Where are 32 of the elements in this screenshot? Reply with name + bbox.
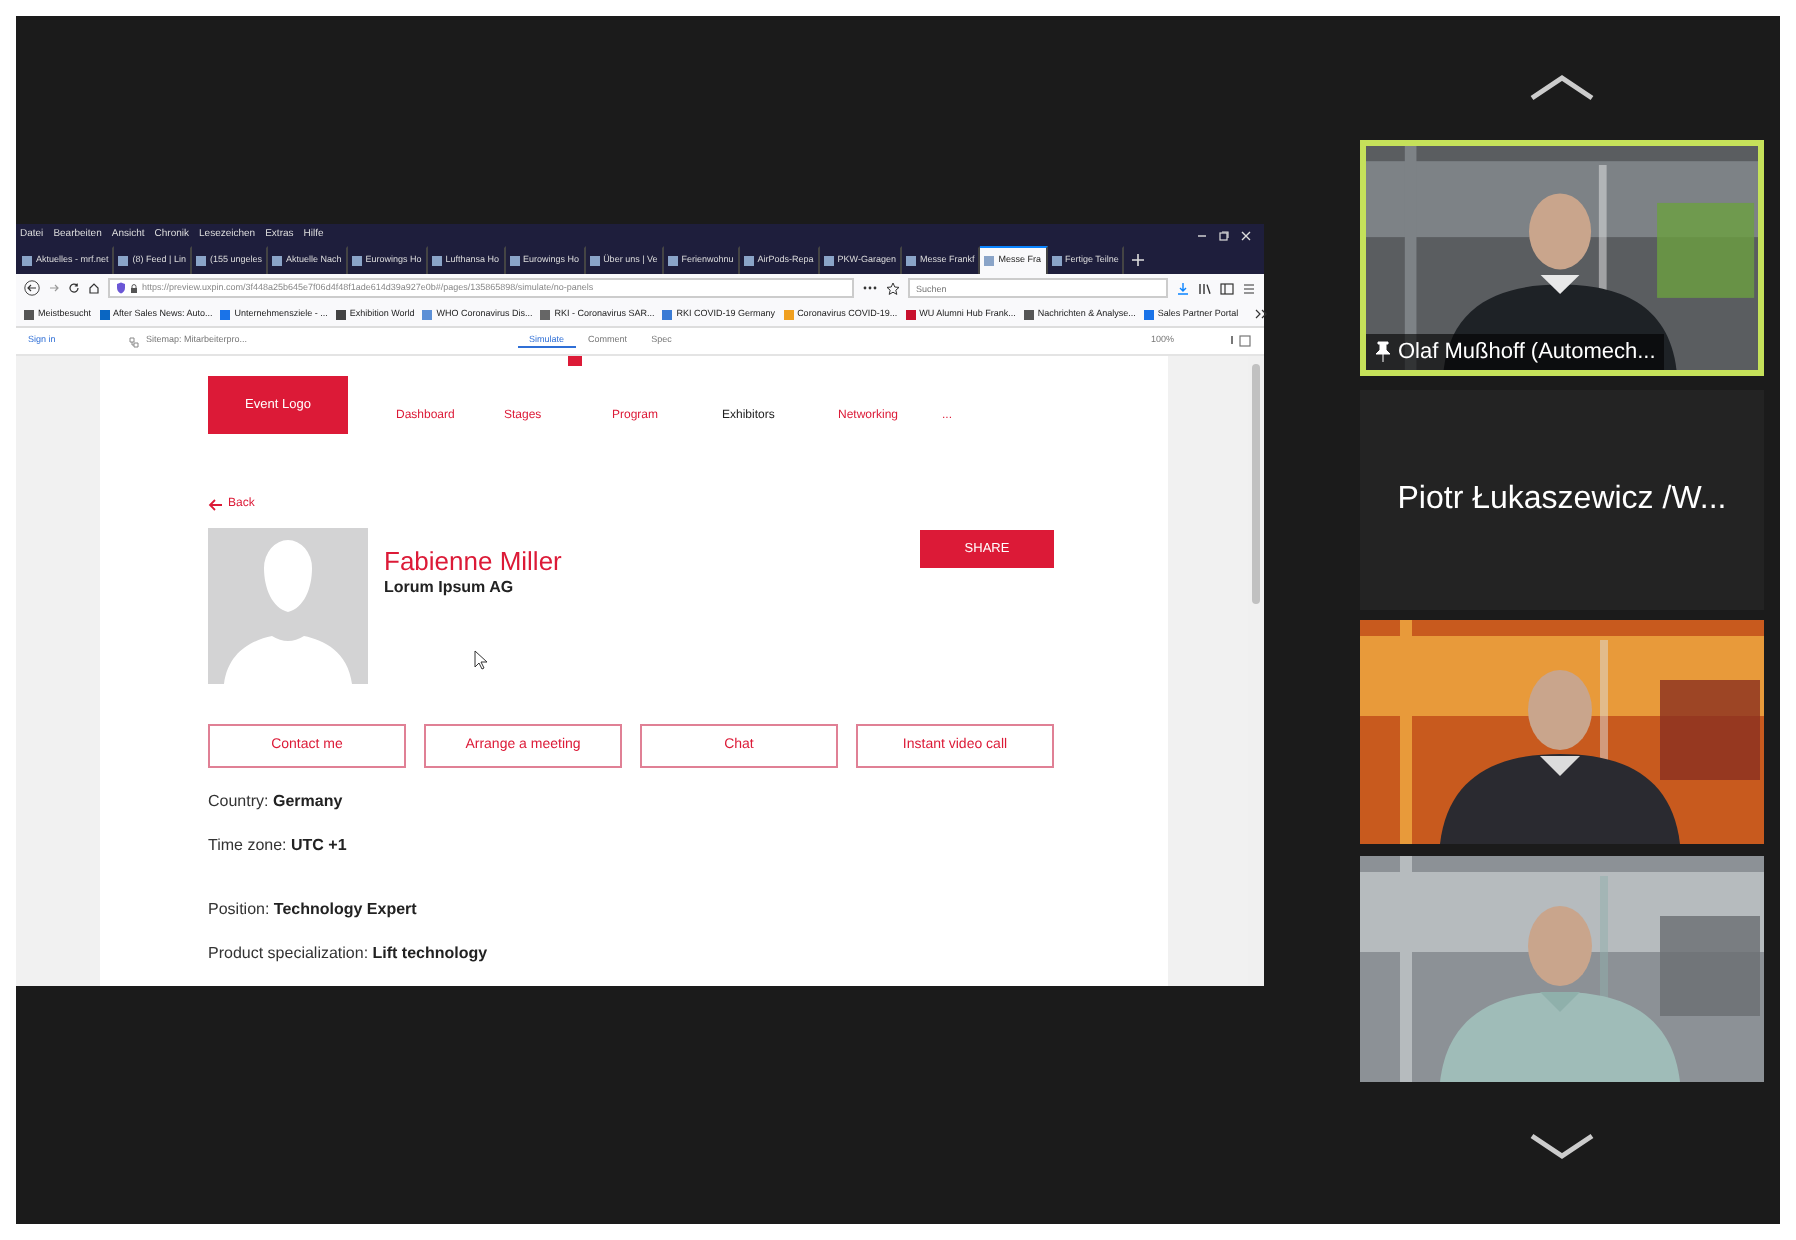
download-icon[interactable]	[1176, 281, 1190, 295]
avatar-icon	[208, 528, 368, 684]
home-icon[interactable]	[88, 282, 100, 294]
close-icon[interactable]	[1240, 229, 1252, 241]
arrow-left-icon	[208, 498, 224, 512]
participant-name: Olaf Mußhoff (Automech...	[1398, 337, 1656, 367]
lock-icon	[130, 283, 138, 293]
library-icon[interactable]	[1198, 281, 1212, 295]
chevron-right-icon[interactable]	[1254, 308, 1269, 320]
sidebar-icon[interactable]	[1220, 281, 1234, 295]
bookmark-star-icon[interactable]	[886, 281, 900, 295]
restore-icon[interactable]	[1218, 229, 1230, 241]
back-icon[interactable]	[24, 280, 40, 296]
chevron-up-icon[interactable]	[1528, 74, 1596, 102]
minimize-icon[interactable]	[1196, 229, 1208, 241]
detail-line: Country: Germany	[208, 792, 345, 812]
menu-icon[interactable]	[1242, 281, 1256, 295]
marker	[568, 356, 582, 366]
cursor-icon	[474, 650, 488, 670]
shield-icon	[116, 282, 126, 294]
person-name: Fabienne Miller	[384, 548, 564, 577]
reload-icon[interactable]	[68, 282, 80, 294]
detail-line: Time zone: UTC +1	[208, 836, 349, 856]
detail-line: Position: Technology Expert	[208, 900, 419, 920]
new-tab-icon[interactable]	[1130, 252, 1147, 268]
detail-line: Product specialization: Lift technology	[208, 944, 490, 964]
more-icon[interactable]	[862, 284, 878, 292]
participant-name: Piotr Łukaszewicz /W...	[1397, 480, 1727, 520]
forward-icon[interactable]	[48, 282, 60, 294]
scrollbar-thumb[interactable]	[1252, 364, 1260, 604]
company-name: Lorum Ipsum AG	[384, 576, 516, 601]
chevron-down-icon[interactable]	[1528, 1132, 1596, 1160]
